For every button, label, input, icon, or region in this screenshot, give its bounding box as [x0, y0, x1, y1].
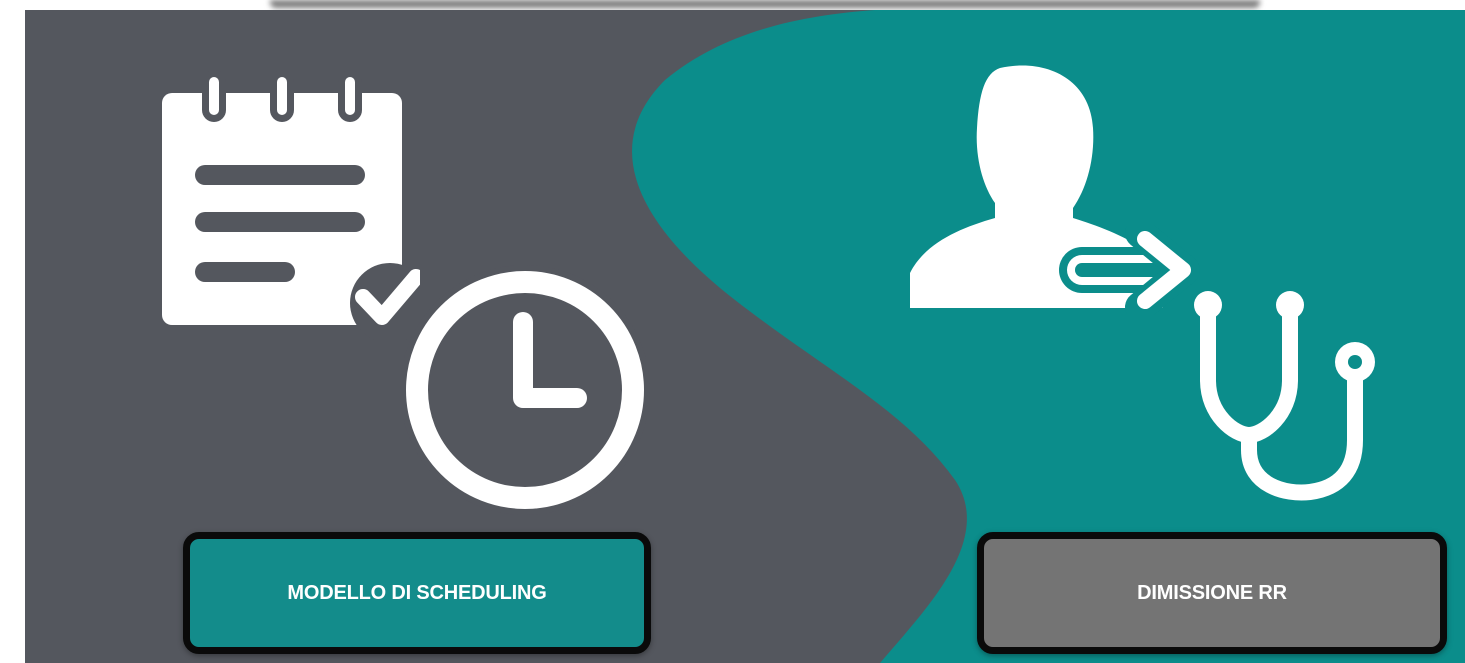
stethoscope-icon	[1194, 291, 1375, 501]
top-shadow	[270, 0, 1260, 8]
modello-di-scheduling-label: MODELLO DI SCHEDULING	[287, 581, 547, 604]
dimissione-rr-label: DIMISSIONE RR	[1137, 581, 1287, 604]
notepad-check-icon	[162, 70, 420, 340]
modello-di-scheduling-button[interactable]: MODELLO DI SCHEDULING	[183, 532, 651, 654]
dimissione-rr-button[interactable]: DIMISSIONE RR	[977, 532, 1447, 654]
screen: MODELLO DI SCHEDULING DIMISSIONE RR	[0, 0, 1465, 663]
clock-icon	[400, 265, 650, 515]
